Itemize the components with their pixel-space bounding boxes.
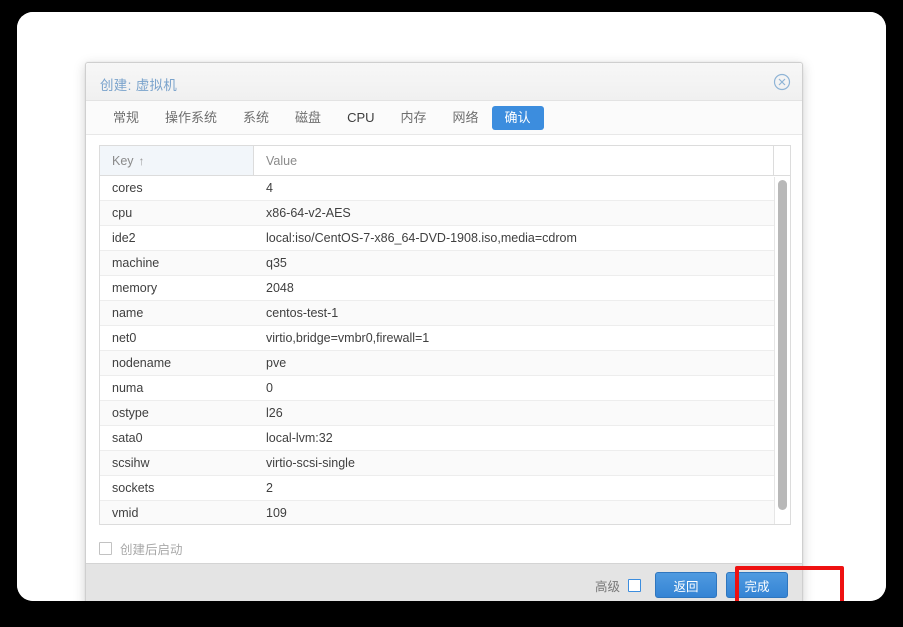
- tab-3[interactable]: 系统: [230, 106, 282, 130]
- table-row[interactable]: nodename pve: [100, 351, 790, 376]
- dialog-footer: 高级 返回 完成: [86, 563, 802, 601]
- cell-value: 0: [266, 381, 273, 395]
- grid-body: cores 4 cpu x86-64-v2-AES ide2 local:iso/Cent…: [100, 176, 790, 524]
- table-row[interactable]: name centos-test-1: [100, 301, 790, 326]
- table-row[interactable]: vmid 109: [100, 501, 790, 524]
- dialog-header: 创建: 虚拟机: [86, 63, 802, 101]
- create-vm-dialog: 创建: 虚拟机 常规操作系统系统磁盘CPU内存网络确认 Key ↑: [85, 62, 803, 601]
- wizard-tab-bar: 常规 操作系统 系统 磁盘 CPU 内存 网络 确认: [86, 101, 802, 135]
- cell-key: sata0: [112, 431, 143, 445]
- dialog-title: 创建: 虚拟机: [100, 78, 178, 93]
- cell-value: 109: [266, 506, 287, 520]
- column-header-value[interactable]: Value: [254, 146, 774, 175]
- back-button[interactable]: 返回: [655, 572, 717, 598]
- advanced-option[interactable]: 高级: [595, 576, 641, 595]
- grid-header-row: Key ↑ Value: [100, 146, 790, 176]
- cell-value: x86-64-v2-AES: [266, 206, 351, 220]
- cell-key: ostype: [112, 406, 149, 420]
- cell-key: net0: [112, 331, 137, 345]
- table-row[interactable]: scsihw virtio-scsi-single: [100, 451, 790, 476]
- cell-key: ide2: [112, 231, 136, 245]
- cell-key: sockets: [112, 481, 155, 495]
- table-row[interactable]: machine q35: [100, 251, 790, 276]
- sort-ascending-icon: ↑: [138, 153, 145, 168]
- table-row[interactable]: ostype l26: [100, 401, 790, 426]
- start-after-create-label: 创建后启动: [120, 543, 183, 557]
- table-row[interactable]: ide2 local:iso/CentOS-7-x86_64-DVD-1908.i…: [100, 226, 790, 251]
- dialog-body: Key ↑ Value cores 4 cpu x86-64-v2-AES ide2 lo…: [86, 135, 802, 563]
- start-after-create-checkbox[interactable]: [99, 542, 112, 555]
- cell-value: local:iso/CentOS-7-x86_64-DVD-1908.iso,m…: [266, 231, 577, 245]
- cell-key: machine: [112, 256, 160, 270]
- tab-5[interactable]: CPU: [334, 106, 387, 130]
- cell-value: virtio-scsi-single: [266, 456, 355, 470]
- cell-key: numa: [112, 381, 144, 395]
- cell-value: centos-test-1: [266, 306, 339, 320]
- column-header-key[interactable]: Key ↑: [100, 146, 254, 175]
- tab-2[interactable]: 操作系统: [152, 106, 230, 130]
- cell-value: local-lvm:32: [266, 431, 333, 445]
- column-header-key-label: Key: [112, 153, 134, 168]
- table-row[interactable]: memory 2048: [100, 276, 790, 301]
- cell-key: cores: [112, 181, 143, 195]
- browser-screen: 创建: 虚拟机 常规操作系统系统磁盘CPU内存网络确认 Key ↑: [17, 12, 886, 601]
- table-row[interactable]: sockets 2: [100, 476, 790, 501]
- table-row[interactable]: cores 4: [100, 176, 790, 201]
- grid-scrollbar-thumb[interactable]: [778, 180, 787, 510]
- advanced-label: 高级: [594, 579, 620, 594]
- confirm-settings-grid: Key ↑ Value cores 4 cpu x86-64-v2-AES ide2 lo…: [99, 145, 791, 525]
- tab-1[interactable]: 常规: [100, 106, 152, 130]
- table-row[interactable]: cpu x86-64-v2-AES: [100, 201, 790, 226]
- table-row[interactable]: sata0 local-lvm:32: [100, 426, 790, 451]
- finish-button[interactable]: 完成: [726, 572, 788, 598]
- cell-value: 2048: [266, 281, 294, 295]
- cell-key: name: [112, 306, 144, 320]
- cell-value: pve: [266, 356, 287, 370]
- tab-8[interactable]: 确认: [491, 105, 544, 130]
- cell-key: memory: [112, 281, 158, 295]
- table-row[interactable]: numa 0: [100, 376, 790, 401]
- tab-7[interactable]: 网络: [440, 106, 492, 130]
- start-after-create-option[interactable]: 创建后启动: [99, 539, 183, 558]
- tab-4[interactable]: 磁盘: [282, 106, 334, 130]
- advanced-checkbox[interactable]: [628, 578, 641, 592]
- cell-value: 4: [266, 181, 273, 195]
- cell-key: scsihw: [112, 456, 150, 470]
- cell-key: vmid: [112, 506, 139, 520]
- cell-key: cpu: [112, 206, 133, 220]
- cell-key: nodename: [112, 356, 172, 370]
- close-icon[interactable]: [773, 73, 791, 91]
- grid-header-spacer: [774, 146, 790, 175]
- cell-value: virtio,bridge=vmbr0,firewall=1: [266, 331, 430, 345]
- tab-6[interactable]: 内存: [388, 106, 440, 130]
- cell-value: l26: [266, 406, 283, 420]
- column-header-value-label: Value: [266, 153, 298, 168]
- table-row[interactable]: net0 virtio,bridge=vmbr0,firewall=1: [100, 326, 790, 351]
- cell-value: q35: [266, 256, 287, 270]
- grid-vertical-scrollbar[interactable]: [774, 177, 790, 524]
- cell-value: 2: [266, 481, 273, 495]
